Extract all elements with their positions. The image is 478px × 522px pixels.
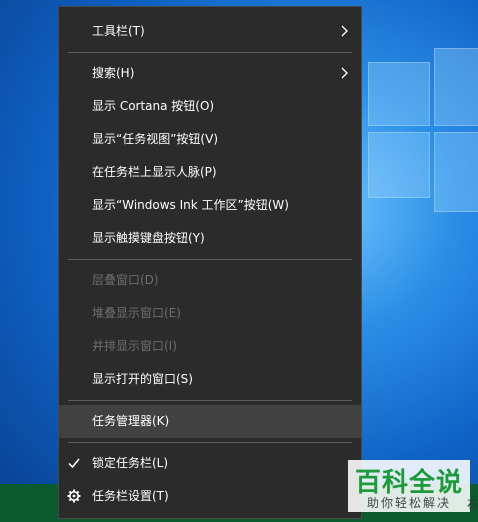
watermark-edge-glyph: 石 [467, 498, 478, 511]
menu-item-cascade-windows: 层叠窗口(D) [59, 264, 361, 297]
menu-item-show-touch-keyboard-button[interactable]: 显示触摸键盘按钮(Y) [59, 222, 361, 255]
menu-item-label: 在任务栏上显示人脉(P) [92, 165, 217, 179]
menu-separator [68, 259, 352, 260]
menu-separator [68, 52, 352, 53]
windows-logo-pane-top-left [368, 62, 430, 126]
menu-item-show-cortana-button[interactable]: 显示 Cortana 按钮(O) [59, 90, 361, 123]
windows-logo-pane-bottom-right [434, 132, 478, 212]
taskbar-context-menu: 工具栏(T) 搜索(H) 显示 Cortana 按钮(O) 显示“任务视图”按钮… [58, 6, 362, 519]
menu-item-label: 显示 Cortana 按钮(O) [92, 99, 215, 113]
chevron-right-icon [341, 67, 348, 79]
menu-item-side-by-side-windows: 并排显示窗口(I) [59, 330, 361, 363]
menu-item-taskbar-settings[interactable]: 任务栏设置(T) [59, 480, 361, 513]
menu-item-label: 任务栏设置(T) [92, 489, 169, 503]
menu-item-show-task-view-button[interactable]: 显示“任务视图”按钮(V) [59, 123, 361, 156]
watermark-subtitle: 助你轻松解决 [366, 496, 451, 510]
watermark-logo: 百科全说 助你轻松解决 [348, 460, 470, 512]
menu-item-label: 显示“Windows Ink 工作区”按钮(W) [92, 198, 289, 212]
menu-item-label: 任务管理器(K) [92, 414, 170, 428]
menu-item-label: 层叠窗口(D) [92, 273, 159, 287]
menu-item-label: 显示触摸键盘按钮(Y) [92, 231, 205, 245]
menu-separator [68, 442, 352, 443]
windows-logo-pane-bottom-left [368, 132, 430, 198]
windows-logo-pane-top-right [434, 48, 478, 126]
gear-icon [67, 489, 81, 503]
menu-item-stack-windows: 堆叠显示窗口(E) [59, 297, 361, 330]
menu-item-show-people[interactable]: 在任务栏上显示人脉(P) [59, 156, 361, 189]
menu-item-label: 显示“任务视图”按钮(V) [92, 132, 219, 146]
menu-item-search[interactable]: 搜索(H) [59, 57, 361, 90]
menu-item-label: 搜索(H) [92, 66, 135, 80]
menu-item-toolbars[interactable]: 工具栏(T) [59, 15, 361, 48]
menu-item-label: 并排显示窗口(I) [92, 339, 177, 353]
menu-item-task-manager[interactable]: 任务管理器(K) [59, 405, 361, 438]
menu-item-label: 锁定任务栏(L) [92, 456, 169, 470]
menu-item-label: 工具栏(T) [92, 24, 145, 38]
check-icon [68, 458, 80, 469]
menu-item-show-desktop-windows[interactable]: 显示打开的窗口(S) [59, 363, 361, 396]
menu-item-label: 堆叠显示窗口(E) [92, 306, 181, 320]
menu-item-show-windows-ink-button[interactable]: 显示“Windows Ink 工作区”按钮(W) [59, 189, 361, 222]
menu-item-lock-taskbar[interactable]: 锁定任务栏(L) [59, 447, 361, 480]
menu-separator [68, 400, 352, 401]
menu-item-label: 显示打开的窗口(S) [92, 372, 193, 386]
chevron-right-icon [341, 25, 348, 37]
